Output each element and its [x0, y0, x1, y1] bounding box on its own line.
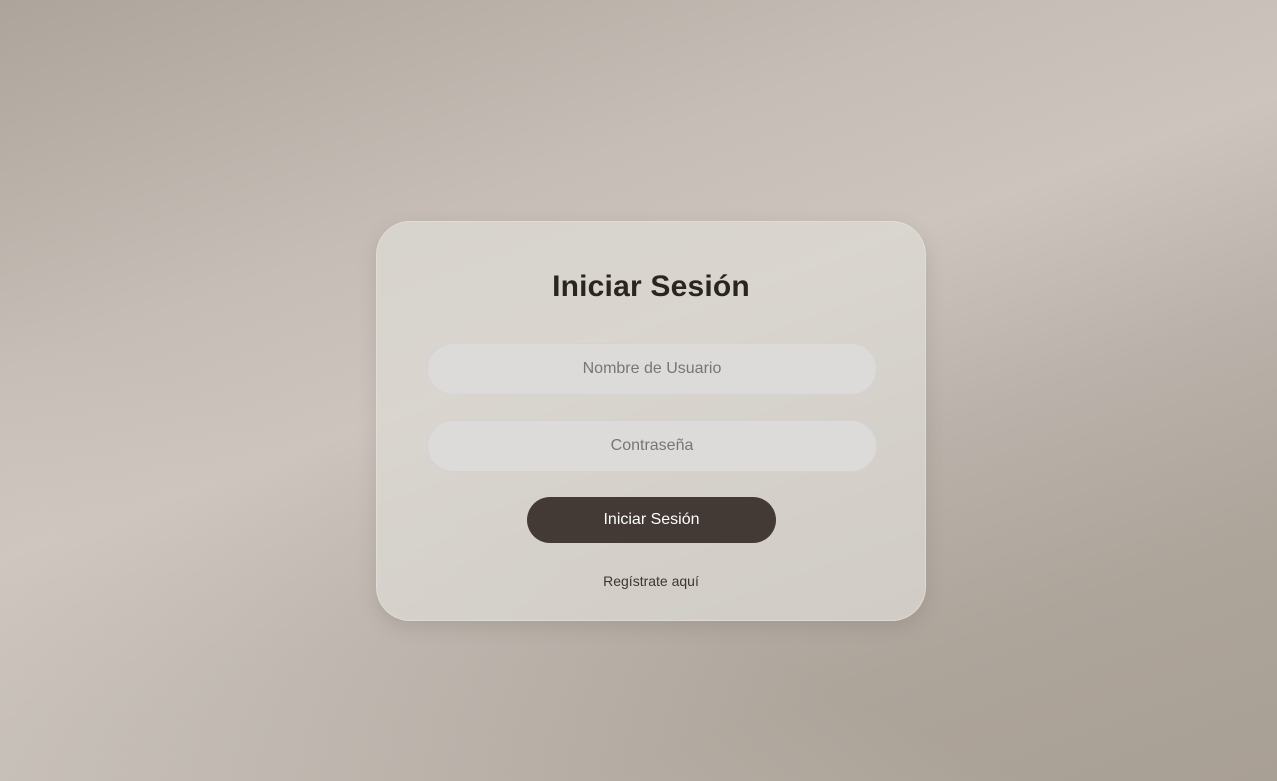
login-title: Iniciar Sesión — [552, 270, 750, 303]
username-input[interactable] — [427, 343, 877, 395]
password-input[interactable] — [427, 420, 877, 472]
login-card: Iniciar Sesión Iniciar Sesión Regístrate… — [376, 221, 926, 621]
register-link[interactable]: Regístrate aquí — [377, 573, 925, 589]
login-button[interactable]: Iniciar Sesión — [527, 497, 776, 543]
